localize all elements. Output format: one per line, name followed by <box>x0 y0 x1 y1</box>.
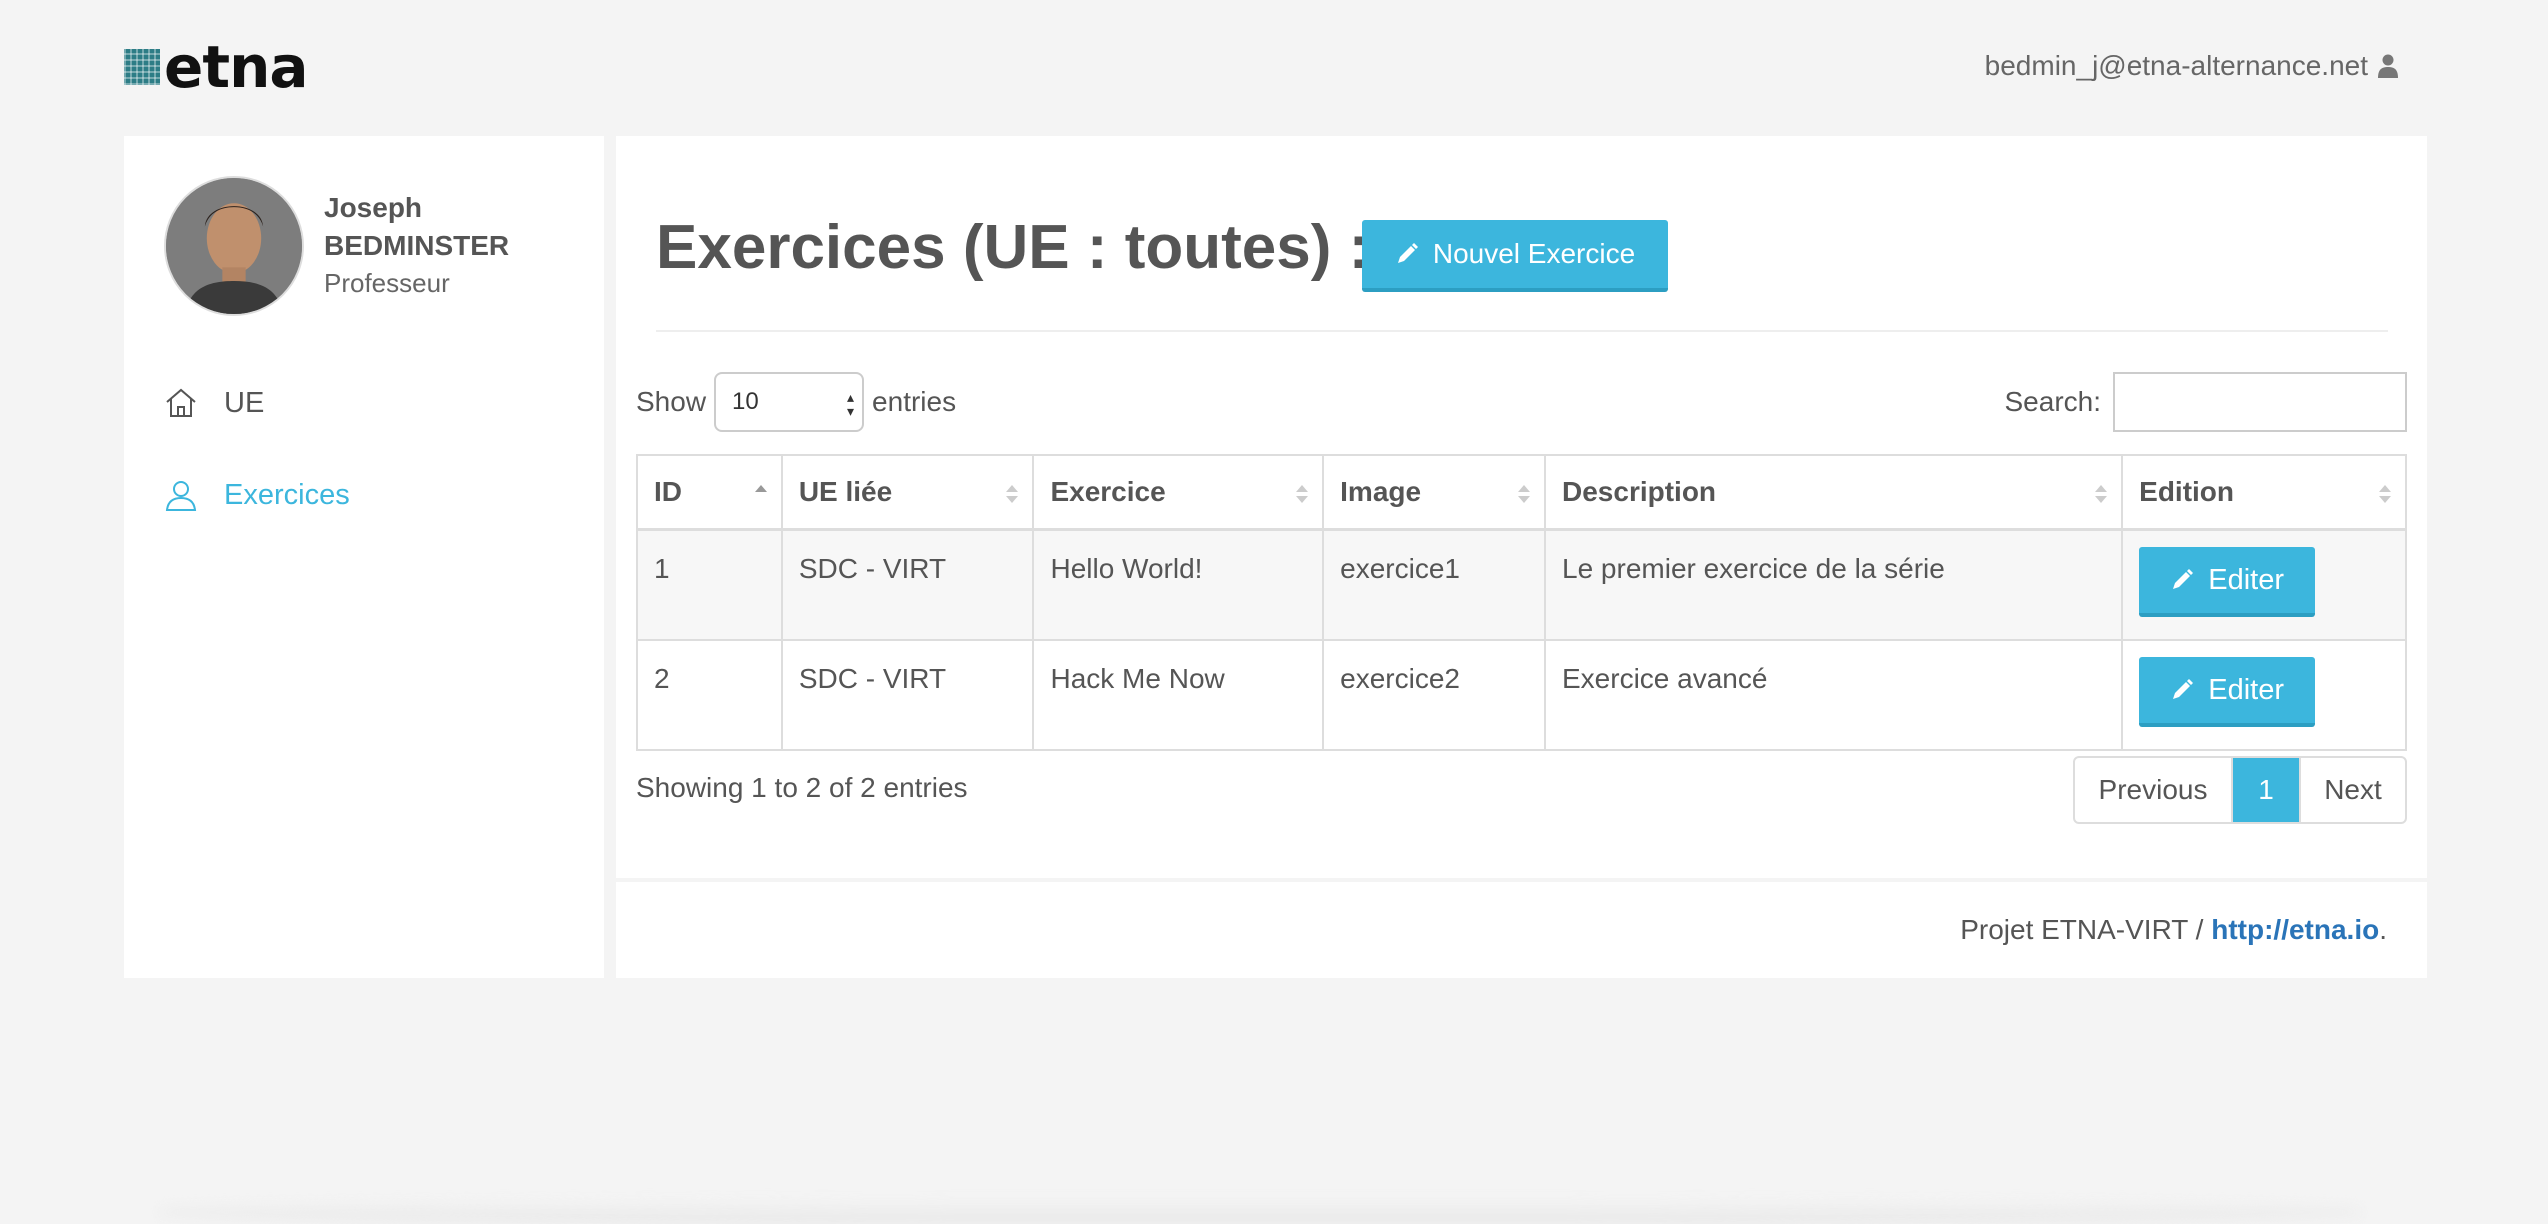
search-label: Search: <box>2004 386 2102 417</box>
user-icon <box>2378 54 2398 78</box>
cell-description: Le premier exercice de la série <box>1543 528 2124 641</box>
search-input[interactable] <box>2113 372 2407 432</box>
show-label: Show <box>636 386 707 417</box>
new-exercise-button[interactable]: Nouvel Exercice <box>1362 220 1668 292</box>
footer: Projet ETNA-VIRT / http://etna.io. <box>1960 914 2387 946</box>
profile-last-name: BEDMINSTER <box>324 230 510 261</box>
pencil-icon <box>2170 678 2194 702</box>
logo-text: etna <box>164 33 308 101</box>
cell-ue: SDC - VIRT <box>780 639 1035 751</box>
sort-icon <box>1004 482 1020 506</box>
sidebar-item-label: UE <box>224 386 265 419</box>
main-panel: Exercices (UE : toutes) : Nouvel Exercic… <box>616 136 2427 978</box>
exercises-table: ID UE liée Exercice Image Description Ed… <box>636 454 2407 751</box>
user-email: bedmin_j@etna-alternance.net <box>1984 50 2368 81</box>
sort-icon <box>2377 482 2393 506</box>
cell-id: 1 <box>636 528 783 641</box>
cell-image: exercice2 <box>1322 639 1546 751</box>
pagination-next[interactable]: Next <box>2299 758 2405 822</box>
entries-label: entries <box>872 386 957 417</box>
cell-edition: Editer <box>2121 528 2407 641</box>
pagination: Previous 1 Next <box>2073 756 2407 824</box>
sort-asc-icon <box>753 482 769 506</box>
user-menu[interactable]: bedmin_j@etna-alternance.net <box>1985 50 2398 82</box>
cell-edition: Editer <box>2121 639 2407 751</box>
sidebar-item-label: Exercices <box>224 478 350 511</box>
cell-exercice: Hello World! <box>1032 528 1325 641</box>
table-header-row: ID UE liée Exercice Image Description Ed… <box>636 454 2407 531</box>
profile-first-name: Joseph <box>324 192 423 223</box>
edit-button-label: Editer <box>2208 563 2285 596</box>
footer-text: Projet ETNA-VIRT / <box>1960 914 2212 945</box>
sidebar: Joseph BEDMINSTER Professeur UE Exercice… <box>124 136 604 978</box>
pencil-icon <box>2170 568 2194 592</box>
sort-icon <box>2093 482 2109 506</box>
column-header-edition[interactable]: Edition <box>2121 454 2407 531</box>
table-info: Showing 1 to 2 of 2 entries <box>636 772 968 803</box>
column-header-exercice[interactable]: Exercice <box>1032 454 1325 531</box>
page-title: Exercices (UE : toutes) : <box>656 213 1370 282</box>
pagination-previous[interactable]: Previous <box>2075 758 2233 822</box>
footer-suffix: . <box>2379 914 2387 945</box>
sort-icon <box>1516 482 1532 506</box>
edit-button[interactable]: Editer <box>2139 547 2316 617</box>
sort-icon <box>1294 482 1310 506</box>
column-header-description[interactable]: Description <box>1543 454 2124 531</box>
cell-id: 2 <box>636 639 783 751</box>
profile-role: Professeur <box>324 268 450 298</box>
pagination-page-1[interactable]: 1 <box>2233 758 2299 822</box>
cell-image: exercice1 <box>1322 528 1546 641</box>
sidebar-item-exercices[interactable]: Exercices <box>164 478 350 512</box>
cell-description: Exercice avancé <box>1543 639 2124 751</box>
cell-exercice: Hack Me Now <box>1032 639 1325 751</box>
table-row: 2 SDC - VIRT Hack Me Now exercice2 Exerc… <box>636 639 2407 751</box>
edit-button[interactable]: Editer <box>2139 657 2316 727</box>
entries-length-control: Show 10 ▴ ▾ entries <box>636 372 956 432</box>
edit-button-label: Editer <box>2208 673 2285 706</box>
etna-logo[interactable]: etna <box>124 38 308 96</box>
search-control: Search: <box>2004 372 2407 432</box>
column-header-image[interactable]: Image <box>1322 454 1546 531</box>
new-exercise-label: Nouvel Exercice <box>1432 238 1636 269</box>
entries-length-select[interactable]: 10 ▴ ▾ <box>714 372 865 432</box>
cell-ue: SDC - VIRT <box>780 528 1035 641</box>
home-icon <box>164 386 198 420</box>
column-header-id[interactable]: ID <box>636 454 783 531</box>
select-arrows-icon: ▴ ▾ <box>847 389 855 419</box>
pencil-icon <box>1395 242 1419 266</box>
logo-mark-icon <box>124 49 160 85</box>
column-header-ue[interactable]: UE liée <box>780 454 1035 531</box>
footer-divider <box>616 878 2427 882</box>
user-outline-icon <box>164 478 198 512</box>
bottom-shadow <box>160 1200 2360 1224</box>
avatar <box>164 176 304 316</box>
sidebar-item-ue[interactable]: UE <box>164 386 264 420</box>
footer-link[interactable]: http://etna.io <box>2211 914 2379 945</box>
divider <box>656 330 2388 332</box>
table-row: 1 SDC - VIRT Hello World! exercice1 Le p… <box>636 528 2407 641</box>
entries-length-value: 10 <box>732 388 759 415</box>
